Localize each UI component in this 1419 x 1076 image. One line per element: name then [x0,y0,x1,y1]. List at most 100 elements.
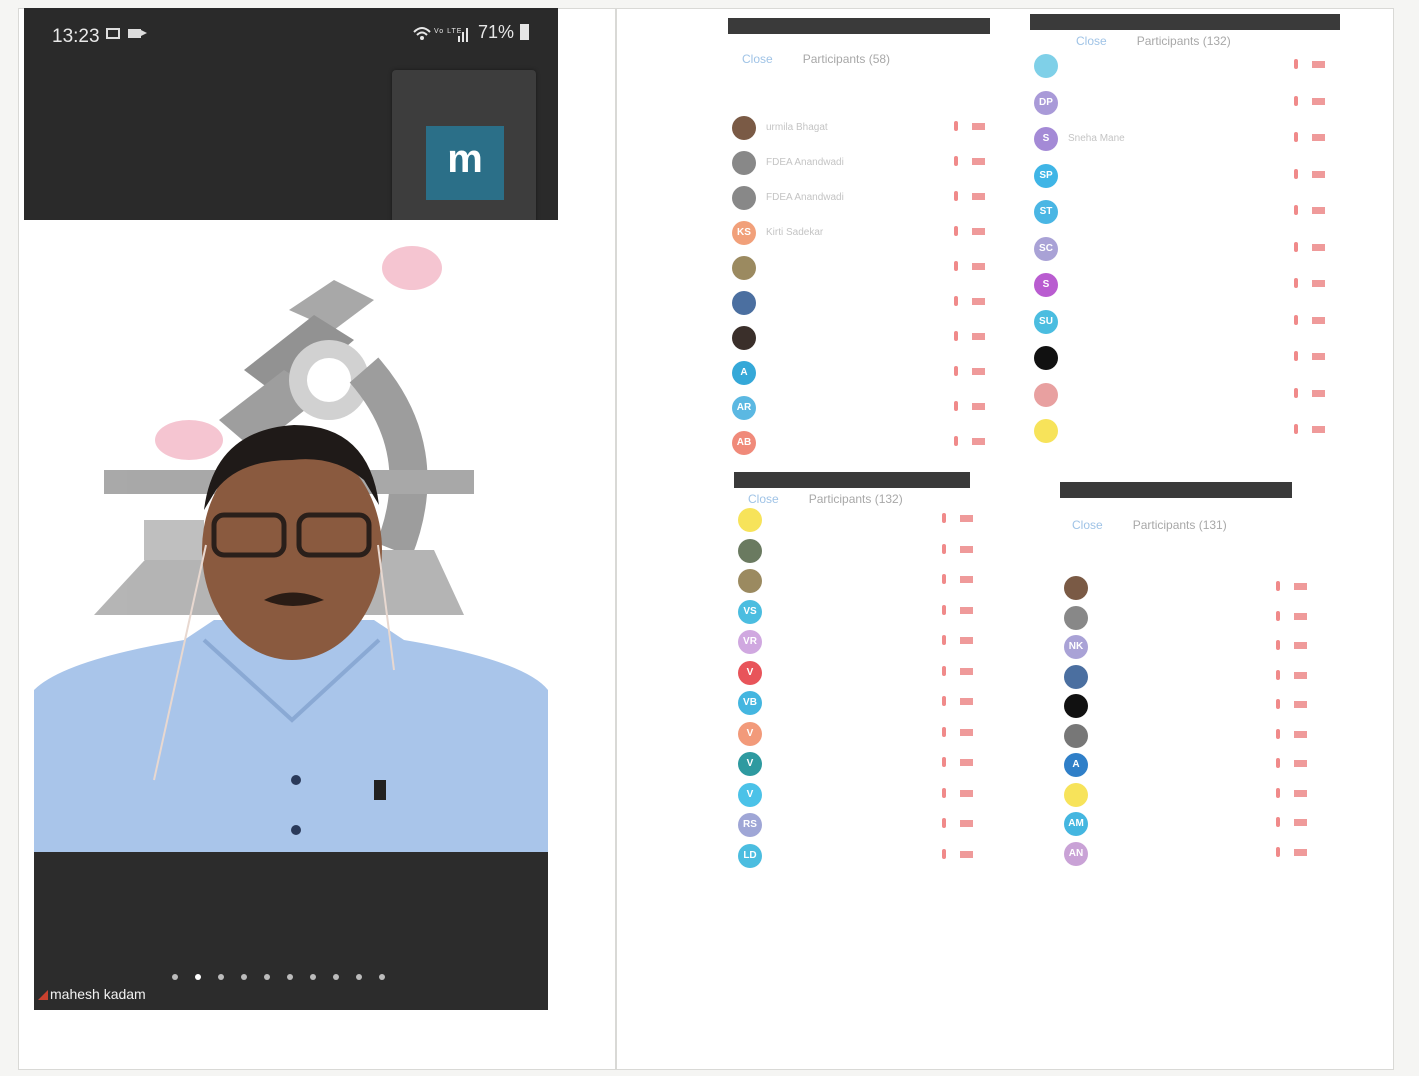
page-dot[interactable] [172,974,178,980]
close-button[interactable]: Close [1076,34,1107,48]
mic-muted-icon [1294,59,1298,69]
participant-avatar [1064,664,1088,689]
participants-list-3: Close Participants (132) VS VR V VB V V V RS LD [734,472,974,882]
participant-row[interactable]: AB [732,431,985,459]
participant-row[interactable] [738,538,988,567]
video-off-icon [1294,730,1307,738]
participant-row[interactable]: AR [732,396,985,424]
participant-avatar: ST [1034,200,1058,224]
participant-row[interactable]: AM [1064,812,1314,840]
battery-percent: 71% [478,22,515,42]
participant-row[interactable] [1034,382,1325,411]
participants-header: Close Participants (132) [1076,34,1231,48]
participant-avatar [1034,382,1058,407]
participant-avatar: AR [732,396,756,420]
video-off-icon [960,667,973,675]
participant-avatar: SC [1034,236,1058,261]
video-off-icon [972,368,985,375]
participant-row[interactable] [738,569,988,597]
list-status-bar [1060,482,1292,498]
participant-name: Kirti Sadekar [766,227,824,238]
participant-row[interactable] [1064,723,1314,752]
participant-row[interactable]: V [738,660,988,689]
participant-row[interactable] [1064,664,1314,693]
page-dot[interactable] [218,974,224,980]
page-indicator[interactable] [172,974,385,980]
participant-row[interactable] [732,256,985,284]
page-dot[interactable] [264,974,270,980]
participant-row[interactable] [738,508,988,536]
video-off-icon [1312,389,1325,397]
participant-row[interactable]: A [732,361,985,389]
participant-row[interactable]: FDEA Anandwadi [732,151,985,179]
participant-avatar [732,291,756,315]
participant-row[interactable] [1064,782,1314,811]
participant-avatar: A [732,361,756,385]
participant-row[interactable]: urmila Bhagat [732,116,985,144]
video-off-icon [960,637,973,644]
mic-muted-icon [1276,640,1280,650]
participant-row[interactable]: NK [1064,635,1314,663]
participant-row[interactable] [1034,419,1325,447]
participant-row[interactable]: A [1064,753,1314,781]
list-status-bar [728,18,990,34]
participants-header: Close Participants (132) [748,492,903,506]
participant-row[interactable] [732,326,985,354]
page-dot[interactable] [333,974,339,980]
page-dot[interactable] [195,974,201,980]
participant-avatar: DP [1034,90,1058,115]
participant-row[interactable] [1064,694,1314,722]
page-dot[interactable] [379,974,385,980]
participant-row[interactable]: V [738,782,988,811]
mic-muted-icon [942,574,946,584]
participant-row[interactable] [732,291,985,319]
page-dot[interactable] [310,974,316,980]
participant-avatar [1034,419,1058,443]
page-dot[interactable] [287,974,293,980]
close-button[interactable]: Close [748,492,779,506]
participant-row[interactable] [1064,576,1314,604]
participant-row[interactable]: SC [1034,236,1325,265]
participant-row[interactable]: SP [1034,163,1325,192]
speaker-video[interactable] [34,220,548,860]
video-off-icon [1294,789,1307,797]
video-off-icon [1312,207,1325,214]
participant-row[interactable]: FDEA Anandwadi [732,186,985,214]
participant-row[interactable]: V [738,721,988,750]
participant-row[interactable]: S Sneha Mane [1034,127,1325,155]
participant-name: FDEA Anandwadi [766,157,844,168]
participant-row[interactable]: KS Kirti Sadekar [732,221,985,249]
participant-row[interactable]: SU [1034,309,1325,338]
participant-row[interactable]: S [1034,273,1325,301]
mic-muted-icon [1294,351,1298,361]
video-off-icon [1312,61,1325,68]
video-off-icon [960,728,973,736]
video-off-icon [960,850,973,858]
participant-row[interactable]: V [738,752,988,780]
page-dot[interactable] [356,974,362,980]
mic-muted-icon [942,787,946,798]
participant-row[interactable]: VS [738,599,988,628]
video-off-icon [1294,848,1307,856]
mic-muted-icon [942,726,946,737]
participants-title: Participants (131) [1132,518,1227,532]
speaker-video-frame [34,246,548,860]
participants-list-2: Close Participants (132) DP S Sneha Mane SP ST… [1030,14,1340,464]
video-off-icon [1312,316,1325,324]
participant-row[interactable]: AN [1064,841,1314,870]
participant-row[interactable]: ST [1034,200,1325,228]
close-button[interactable]: Close [1072,518,1103,532]
participant-row[interactable]: VB [738,691,988,719]
page-dot[interactable] [241,974,247,980]
participant-row[interactable]: RS [738,813,988,841]
mic-muted-icon [942,604,946,615]
close-button[interactable]: Close [742,52,773,66]
participant-row[interactable] [1034,54,1325,82]
participant-row[interactable]: DP [1034,90,1325,119]
participant-row[interactable] [1034,346,1325,374]
self-avatar: m [426,126,504,200]
participant-row[interactable]: VR [738,630,988,658]
svg-text:Vo LTE: Vo LTE [434,28,462,35]
participant-row[interactable] [1064,605,1314,634]
participant-row[interactable]: LD [738,843,988,872]
